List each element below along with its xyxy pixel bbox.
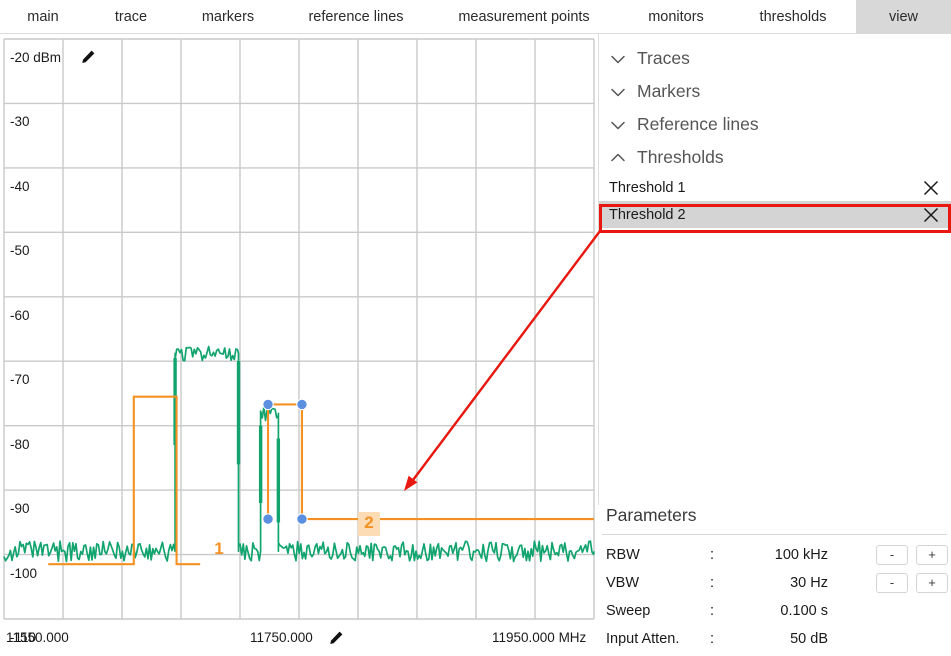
threshold-plot-label-1[interactable]: 1 bbox=[214, 539, 223, 558]
section-header-reference-lines[interactable]: Reference lines bbox=[599, 108, 951, 141]
close-icon[interactable] bbox=[922, 179, 940, 197]
top-tab-bar: main trace markers reference lines measureme… bbox=[0, 0, 951, 34]
parameter-increment-button[interactable]: + bbox=[916, 544, 948, 565]
section-label: Traces bbox=[637, 48, 690, 68]
parameters-divider bbox=[602, 534, 947, 535]
x-axis-label: 11750.000 bbox=[250, 630, 313, 645]
section-label: Reference lines bbox=[637, 114, 759, 134]
threshold-shape-2[interactable] bbox=[262, 398, 594, 525]
y-axis-label: -50 bbox=[10, 243, 30, 259]
section-label: Markers bbox=[637, 81, 701, 101]
parameter-name: Input Atten. bbox=[606, 630, 680, 647]
threshold-handle[interactable] bbox=[296, 398, 308, 411]
tab-trace[interactable]: trace bbox=[92, 0, 170, 34]
parameters-title: Parameters bbox=[606, 505, 697, 525]
plot-grid bbox=[3, 38, 595, 620]
tab-view[interactable]: view bbox=[856, 0, 951, 34]
parameter-row: Input Atten.: 50 dB bbox=[598, 625, 951, 652]
threshold-outline[interactable] bbox=[266, 403, 594, 521]
y-axis-label: -70 bbox=[10, 372, 30, 388]
chevron-down-icon bbox=[611, 121, 625, 129]
parameter-name: Sweep bbox=[606, 602, 651, 619]
parameter-decrement-button[interactable]: - bbox=[876, 572, 908, 593]
y-axis-label: -20 dBm bbox=[10, 50, 62, 65]
y-axis-label: -90 bbox=[10, 501, 30, 517]
section-label: Thresholds bbox=[637, 147, 724, 167]
parameter-stepper: - + bbox=[876, 544, 948, 565]
x-axis-edit-icon[interactable] bbox=[328, 630, 344, 651]
y-axis-label: -30 bbox=[10, 114, 30, 130]
tab-monitors[interactable]: monitors bbox=[628, 0, 724, 34]
threshold-list-label: Threshold 2 bbox=[609, 206, 686, 223]
parameters-panel: Parameters RBW: 100 kHz - + VBW: 30 Hz - + Sweep… bbox=[598, 505, 951, 656]
threshold-plot-label-2[interactable]: 2 bbox=[364, 513, 373, 532]
tab-main[interactable]: main bbox=[6, 0, 80, 34]
close-icon[interactable] bbox=[922, 206, 940, 224]
threshold-list-label: Threshold 1 bbox=[609, 179, 686, 196]
section-header-markers[interactable]: Markers bbox=[599, 75, 951, 108]
threshold-shape-1[interactable] bbox=[48, 395, 201, 566]
pencil-icon[interactable] bbox=[80, 49, 96, 65]
parameter-separator: : bbox=[710, 630, 715, 647]
y-axis-label: -100 bbox=[10, 565, 38, 581]
chevron-down-icon bbox=[611, 55, 625, 63]
threshold-list-item-1[interactable]: Threshold 1 bbox=[599, 174, 951, 201]
parameter-decrement-button[interactable]: - bbox=[876, 544, 908, 565]
parameter-name: RBW bbox=[606, 546, 640, 563]
threshold-handle[interactable] bbox=[262, 398, 274, 411]
parameter-value: 30 Hz bbox=[790, 574, 828, 591]
tab-markers[interactable]: markers bbox=[182, 0, 274, 34]
threshold-list-item-2[interactable]: Threshold 2 bbox=[599, 201, 951, 228]
x-axis-label: 11550.000 bbox=[6, 630, 69, 645]
tab-measurement-points[interactable]: measurement points bbox=[440, 0, 608, 34]
parameter-row: RBW: 100 kHz - + bbox=[598, 541, 951, 568]
y-axis-label: -80 bbox=[10, 436, 30, 452]
parameter-stepper: - + bbox=[876, 572, 948, 593]
parameter-separator: : bbox=[710, 602, 715, 619]
section-header-traces[interactable]: Traces bbox=[599, 42, 951, 75]
pencil-icon[interactable] bbox=[328, 630, 344, 646]
parameter-name: VBW bbox=[606, 574, 640, 591]
chevron-up-icon bbox=[611, 153, 625, 161]
y-axis-label: -40 bbox=[10, 178, 30, 194]
parameter-increment-button[interactable]: + bbox=[916, 572, 948, 593]
tab-reference-lines[interactable]: reference lines bbox=[288, 0, 424, 34]
x-axis-label: 11950.000 MHz bbox=[492, 630, 587, 645]
spectrum-analyzer-window: main trace markers reference lines measureme… bbox=[0, 0, 951, 656]
y-axis-label: -60 bbox=[10, 307, 30, 323]
parameter-value: 50 dB bbox=[790, 630, 828, 647]
threshold-handle[interactable] bbox=[296, 513, 308, 525]
chevron-down-icon bbox=[611, 88, 625, 96]
parameter-row: VBW: 30 Hz - + bbox=[598, 569, 951, 596]
parameter-separator: : bbox=[710, 574, 715, 591]
parameter-value: 100 kHz bbox=[774, 546, 828, 563]
tab-thresholds[interactable]: thresholds bbox=[740, 0, 846, 34]
plot-canvas: 12 bbox=[3, 38, 595, 620]
parameter-row: Sweep: 0.100 s bbox=[598, 597, 951, 624]
y-axis-edit-icon[interactable] bbox=[80, 49, 96, 70]
parameter-separator: : bbox=[710, 546, 715, 563]
section-header-thresholds[interactable]: Thresholds bbox=[599, 141, 951, 174]
threshold-outline[interactable] bbox=[48, 395, 201, 566]
spectrum-plot[interactable]: 12 -20 dBm -30 -40 -50 -60 -70 -80 -90 -100 -110 1… bbox=[0, 34, 598, 656]
threshold-handle[interactable] bbox=[262, 513, 274, 525]
parameter-value: 0.100 s bbox=[780, 602, 828, 619]
